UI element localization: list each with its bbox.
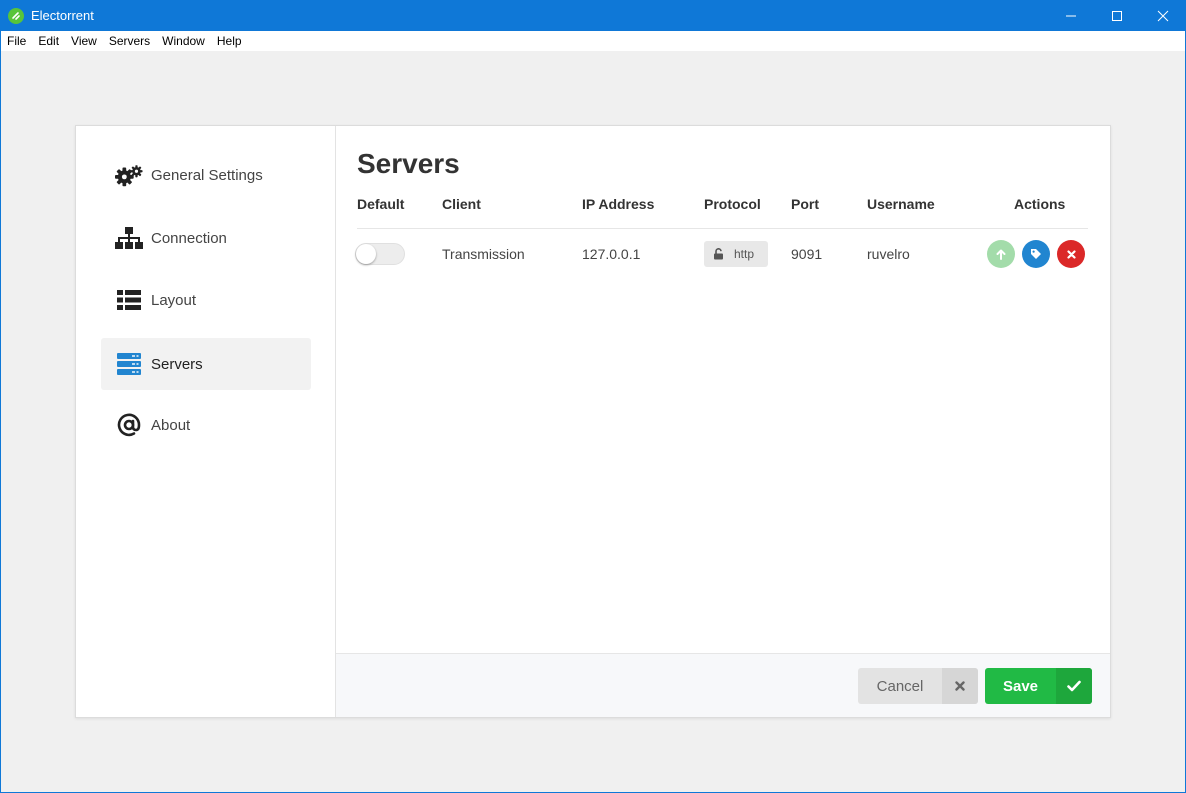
sidebar-item-label: Connection	[151, 229, 227, 247]
cell-ip-address: 127.0.0.1	[582, 246, 641, 262]
maximize-button[interactable]	[1094, 0, 1140, 31]
cancel-button-label: Cancel	[876, 677, 924, 695]
minimize-icon	[1066, 15, 1076, 16]
cancel-button[interactable]: Cancel	[858, 668, 978, 704]
default-toggle[interactable]	[355, 243, 405, 265]
server-icon	[115, 352, 143, 376]
close-icon	[942, 668, 978, 704]
arrow-up-icon	[996, 249, 1006, 260]
cell-port: 9091	[791, 246, 823, 262]
table-row: Transmission 127.0.0.1 http 9091 ruvelro	[355, 230, 1088, 278]
x-icon	[1066, 249, 1076, 259]
gears-icon	[115, 163, 143, 187]
sidebar-item-label: General Settings	[151, 166, 263, 184]
labels-button[interactable]	[1022, 240, 1050, 268]
column-client: Client	[442, 196, 481, 212]
save-button[interactable]: Save	[985, 668, 1092, 704]
column-ip-address: IP Address	[582, 196, 655, 212]
close-icon	[1157, 10, 1169, 21]
protocol-label: http	[734, 247, 755, 261]
toggle-knob	[356, 244, 376, 264]
sidebar-item-label: About	[151, 416, 191, 434]
settings-panel: General Settings Connection Layout Serve…	[75, 125, 1111, 718]
cell-client: Transmission	[442, 246, 525, 262]
menu-edit[interactable]: Edit	[32, 34, 65, 48]
unlock-icon	[713, 248, 724, 260]
sidebar-item-label: Servers	[151, 355, 203, 373]
column-actions: Actions	[1014, 196, 1066, 212]
settings-footer: Cancel Save	[336, 653, 1110, 717]
servers-table-header: Default Client IP Address Protocol Port …	[357, 196, 1088, 229]
protocol-badge: http	[704, 241, 768, 267]
menu-window[interactable]: Window	[156, 34, 211, 48]
save-button-label: Save	[1002, 677, 1039, 695]
delete-button[interactable]	[1057, 240, 1085, 268]
tag-icon	[1031, 249, 1041, 259]
settings-sidebar: General Settings Connection Layout Serve…	[76, 126, 336, 717]
menu-file[interactable]: File	[1, 34, 32, 48]
servers-content: Servers Default Client IP Address Protoc…	[336, 126, 1110, 717]
page-title: Servers	[357, 148, 460, 179]
sidebar-item-connection[interactable]: Connection	[101, 212, 311, 264]
sidebar-item-general-settings[interactable]: General Settings	[101, 149, 311, 201]
close-button[interactable]	[1140, 0, 1186, 31]
sidebar-item-servers[interactable]: Servers	[101, 338, 311, 390]
sidebar-item-about[interactable]: About	[101, 399, 311, 451]
column-protocol: Protocol	[704, 196, 761, 212]
checkmark-icon	[1056, 668, 1092, 704]
minimize-button[interactable]	[1048, 0, 1094, 31]
sitemap-icon	[115, 226, 143, 250]
connect-button[interactable]	[987, 240, 1015, 268]
column-default: Default	[357, 196, 405, 212]
column-username: Username	[867, 196, 935, 212]
menu-servers[interactable]: Servers	[103, 34, 156, 48]
menu-view[interactable]: View	[65, 34, 103, 48]
menu-help[interactable]: Help	[211, 34, 248, 48]
menu-bar: File Edit View Servers Window Help	[1, 31, 1185, 51]
sidebar-item-label: Layout	[151, 291, 197, 309]
column-port: Port	[791, 196, 819, 212]
at-icon	[115, 413, 143, 437]
cell-username: ruvelro	[867, 246, 910, 262]
title-bar[interactable]: Electorrent	[0, 0, 1186, 31]
app-logo-icon	[8, 7, 24, 24]
window-title: Electorrent	[31, 8, 94, 23]
list-icon	[115, 288, 143, 312]
sidebar-item-layout[interactable]: Layout	[101, 274, 311, 326]
maximize-icon	[1112, 10, 1122, 21]
